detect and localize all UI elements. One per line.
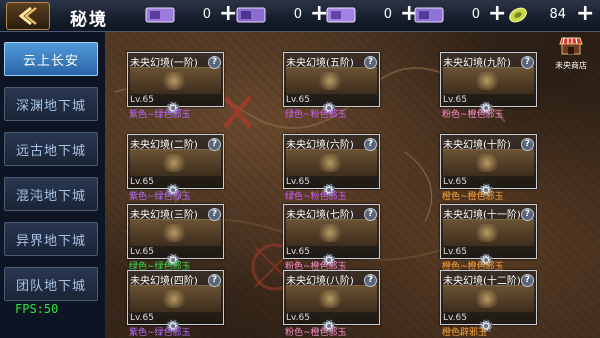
- add-resource-button[interactable]: +: [488, 3, 506, 25]
- sidebar-item-team-dungeon[interactable]: 团队地下城: [4, 267, 98, 301]
- card-frame: 未央幻境(六阶) ? Lv.65: [283, 134, 380, 189]
- dungeon-reward: 绿色~粉色邪玉: [285, 110, 347, 120]
- help-icon[interactable]: ?: [364, 138, 377, 151]
- dungeon-level: Lv.65: [286, 95, 310, 105]
- card-frame: 未央幻境(一阶) ? Lv.65: [127, 52, 224, 107]
- card-frame: 未央幻境(八阶) ? Lv.65: [283, 270, 380, 325]
- dungeon-reward: 绿色~粉色邪玉: [285, 192, 347, 202]
- card-frame: 未央幻境(四阶) ? Lv.65: [127, 270, 224, 325]
- dungeon-card-11[interactable]: 未央幻境(十一阶) ? Lv.65 橙色~橙色邪玉: [440, 204, 537, 272]
- dungeon-reward: 粉色~橙色邪玉: [285, 328, 347, 338]
- dungeon-card-9[interactable]: 未央幻境(九阶) ? Lv.65 粉色~橙色邪玉: [440, 52, 537, 120]
- card-frame: 未央幻境(十阶) ? Lv.65: [440, 134, 537, 189]
- shop-label: 未央商店: [555, 61, 587, 70]
- dungeon-card-8[interactable]: 未央幻境(八阶) ? Lv.65 粉色~橙色邪玉: [283, 270, 380, 338]
- dungeon-card-10[interactable]: 未央幻境(十阶) ? Lv.65 橙色~橙色邪玉: [440, 134, 537, 202]
- help-icon[interactable]: ?: [208, 208, 221, 221]
- help-icon[interactable]: ?: [364, 274, 377, 287]
- help-icon[interactable]: ?: [208, 274, 221, 287]
- card-frame: 未央幻境(五阶) ? Lv.65: [283, 52, 380, 107]
- dungeon-card-4[interactable]: 未央幻境(四阶) ? Lv.65 紫色~绿色邪玉: [127, 270, 224, 338]
- dungeon-card-2[interactable]: 未央幻境(二阶) ? Lv.65 紫色~绿色邪玉: [127, 134, 224, 202]
- dungeon-level: Lv.65: [130, 313, 154, 323]
- card-frame: 未央幻境(九阶) ? Lv.65: [440, 52, 537, 107]
- dungeon-level: Lv.65: [443, 177, 467, 187]
- dungeon-card-5[interactable]: 未央幻境(五阶) ? Lv.65 绿色~粉色邪玉: [283, 52, 380, 120]
- sidebar-item-chaos-dungeon[interactable]: 混沌地下城: [4, 177, 98, 211]
- dungeon-reward: 橙色~橙色邪玉: [442, 192, 504, 202]
- help-icon[interactable]: ?: [521, 56, 534, 69]
- ticket-icon: [236, 7, 266, 23]
- dungeon-card-12[interactable]: 未央幻境(十二阶) ? Lv.65 橙色辟邪玉: [440, 270, 537, 338]
- dungeon-thumbnail: [443, 285, 534, 312]
- help-icon[interactable]: ?: [364, 56, 377, 69]
- dungeon-card-6[interactable]: 未央幻境(六阶) ? Lv.65 绿色~粉色邪玉: [283, 134, 380, 202]
- back-arrow-icon: [18, 6, 37, 26]
- dungeon-thumbnail: [130, 285, 221, 312]
- dungeon-level: Lv.65: [286, 313, 310, 323]
- dungeon-reward: 紫色~绿色邪玉: [129, 192, 191, 202]
- coin-icon: [509, 7, 527, 23]
- dungeon-level: Lv.65: [130, 177, 154, 187]
- help-icon[interactable]: ?: [208, 56, 221, 69]
- ticket-icon: [326, 7, 356, 23]
- add-resource-button[interactable]: +: [219, 3, 237, 25]
- dungeon-level: Lv.65: [130, 247, 154, 257]
- card-frame: 未央幻境(二阶) ? Lv.65: [127, 134, 224, 189]
- dungeon-thumbnail: [286, 285, 377, 312]
- back-button[interactable]: [6, 2, 50, 30]
- dungeon-level: Lv.65: [286, 177, 310, 187]
- resource-value: 0: [202, 7, 211, 22]
- fps-counter: FPS:50: [15, 302, 59, 316]
- ticket-icon: [145, 7, 175, 23]
- coin-value: 84: [549, 7, 566, 22]
- shop-button[interactable]: 未央商店: [551, 36, 591, 70]
- dungeon-thumbnail: [130, 219, 221, 246]
- dungeon-reward: 紫色~绿色邪玉: [129, 328, 191, 338]
- help-icon[interactable]: ?: [364, 208, 377, 221]
- card-frame: 未央幻境(七阶) ? Lv.65: [283, 204, 380, 259]
- sidebar-item-cloud-changan[interactable]: 云上长安: [4, 42, 98, 76]
- dungeon-card-7[interactable]: 未央幻境(七阶) ? Lv.65 粉色~橙色邪玉: [283, 204, 380, 272]
- dungeon-thumbnail: [286, 149, 377, 176]
- dungeon-map: 未央商店 未央幻境(一阶) ? Lv.65 紫色~绿色邪玉 未央幻境(二阶) ?…: [105, 32, 600, 338]
- sidebar-item-ancient-dungeon[interactable]: 远古地下城: [4, 132, 98, 166]
- ticket-icon: [414, 7, 444, 23]
- top-bar: 秘境 0 + 0 + 0 + 0 + 84 +: [0, 0, 600, 32]
- resource-value: 0: [383, 7, 392, 22]
- dungeon-thumbnail: [286, 219, 377, 246]
- dungeon-thumbnail: [130, 149, 221, 176]
- dungeon-level: Lv.65: [130, 95, 154, 105]
- sidebar: 云上长安 深渊地下城 远古地下城 混沌地下城 异界地下城 团队地下城 FPS:5…: [0, 32, 105, 338]
- card-frame: 未央幻境(十二阶) ? Lv.65: [440, 270, 537, 325]
- sidebar-item-otherworld-dungeon[interactable]: 异界地下城: [4, 222, 98, 256]
- dungeon-thumbnail: [443, 149, 534, 176]
- dungeon-screen: 秘境 0 + 0 + 0 + 0 + 84 + 云上长安 深渊地下城 远古地下城…: [0, 0, 600, 338]
- dungeon-level: Lv.65: [443, 313, 467, 323]
- resource-value: 0: [293, 7, 302, 22]
- help-icon[interactable]: ?: [208, 138, 221, 151]
- page-title: 秘境: [70, 10, 108, 30]
- card-frame: 未央幻境(三阶) ? Lv.65: [127, 204, 224, 259]
- help-icon[interactable]: ?: [521, 138, 534, 151]
- resource-value: 0: [471, 7, 480, 22]
- dungeon-thumbnail: [130, 67, 221, 94]
- dungeon-level: Lv.65: [443, 95, 467, 105]
- sidebar-item-abyss-dungeon[interactable]: 深渊地下城: [4, 87, 98, 121]
- dungeon-card-1[interactable]: 未央幻境(一阶) ? Lv.65 紫色~绿色邪玉: [127, 52, 224, 120]
- add-coin-button[interactable]: +: [576, 3, 594, 25]
- dungeon-card-3[interactable]: 未央幻境(三阶) ? Lv.65 绿色~绿色邪玉: [127, 204, 224, 272]
- dungeon-thumbnail: [443, 219, 534, 246]
- dungeon-level: Lv.65: [443, 247, 467, 257]
- dungeon-thumbnail: [443, 67, 534, 94]
- dungeon-reward: 紫色~绿色邪玉: [129, 110, 191, 120]
- help-icon[interactable]: ?: [521, 274, 534, 287]
- dungeon-thumbnail: [286, 67, 377, 94]
- dungeon-reward: 橙色辟邪玉: [442, 328, 488, 338]
- card-frame: 未央幻境(十一阶) ? Lv.65: [440, 204, 537, 259]
- dungeon-level: Lv.65: [286, 247, 310, 257]
- help-icon[interactable]: ?: [521, 208, 534, 221]
- shop-awning-icon: [559, 37, 583, 55]
- dungeon-reward: 粉色~橙色邪玉: [442, 110, 504, 120]
